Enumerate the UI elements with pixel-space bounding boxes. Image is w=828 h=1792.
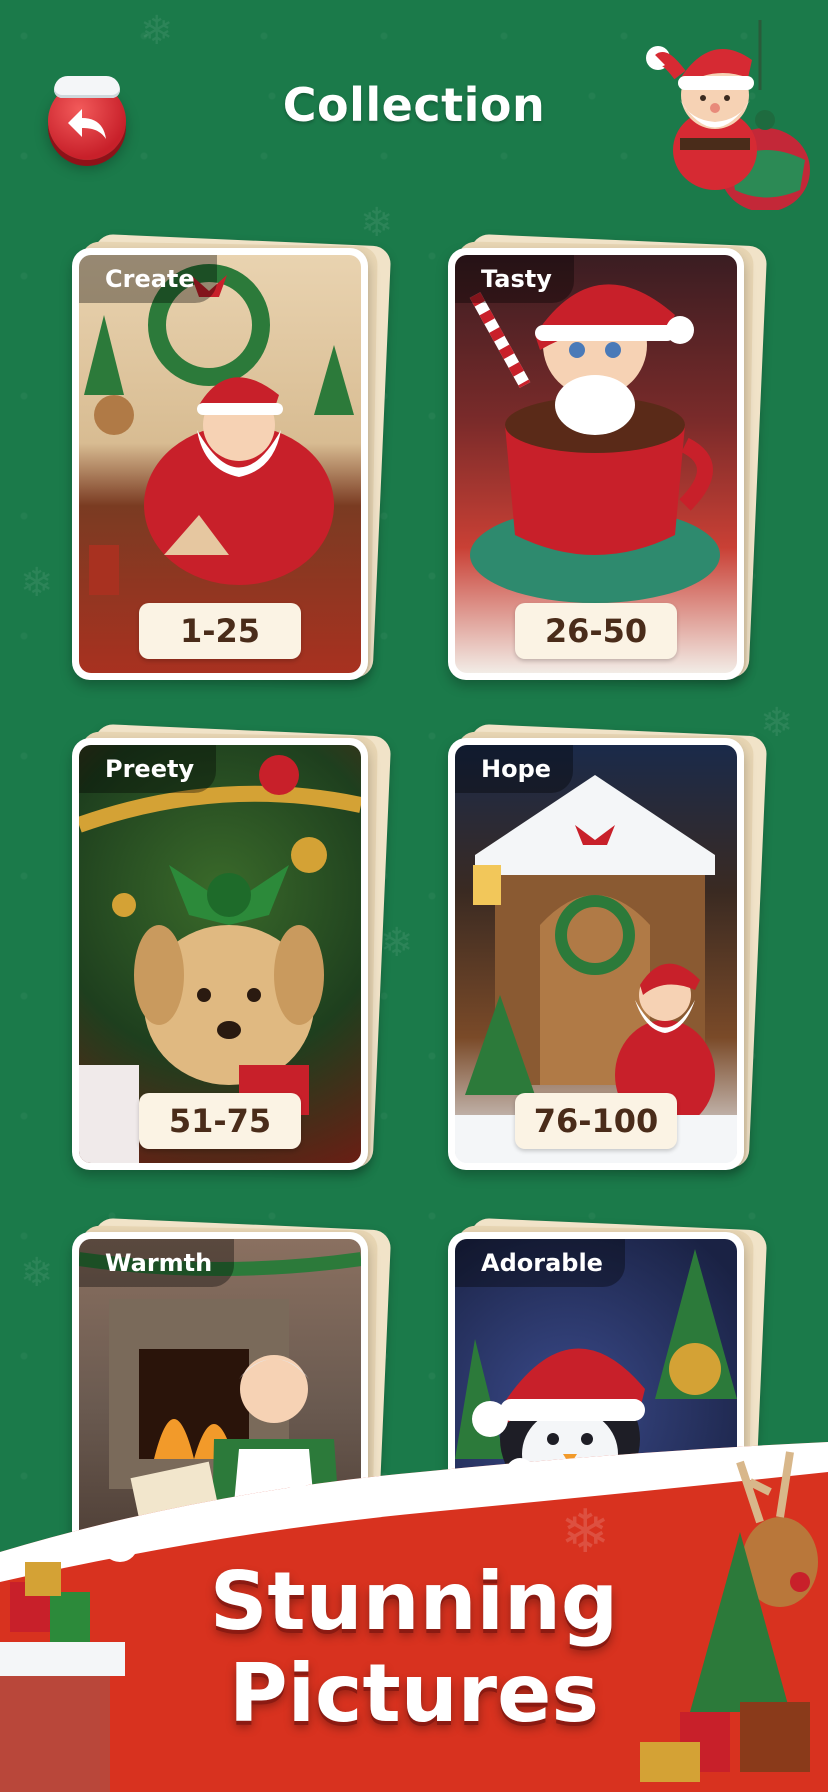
collection-range: 1-25	[139, 603, 301, 659]
collection-range: 76-100	[515, 1093, 677, 1149]
promo-line-2: Pictures	[229, 1647, 599, 1740]
snowflake-icon: ❄	[20, 1250, 54, 1296]
snowflake-icon: ❄	[380, 920, 414, 966]
hot-cocoa-image: Tasty 26-50	[455, 255, 737, 673]
snowflake-icon: ❄	[20, 560, 54, 606]
collection-card-create[interactable]: Create 1-25	[72, 233, 392, 680]
promo-line-1: Stunning	[209, 1555, 619, 1648]
santa-painting-image: Create 1-25	[79, 255, 361, 673]
collection-card-tasty[interactable]: Tasty 26-50	[448, 233, 768, 680]
snowflake-icon: ❄	[760, 700, 794, 746]
collection-name: Adorable	[455, 1239, 625, 1287]
collection-card-preety[interactable]: Preety 51-75	[72, 723, 392, 1170]
collection-range: 26-50	[515, 603, 677, 659]
santa-mascot-icon	[646, 20, 810, 210]
snowflake-icon: ❄	[360, 200, 394, 246]
collection-name: Tasty	[455, 255, 574, 303]
collection-card-hope[interactable]: Hope 76-100	[448, 723, 768, 1170]
snowflake-icon: ❄	[140, 8, 174, 54]
collection-range: 51-75	[139, 1093, 301, 1149]
collection-name: Hope	[455, 745, 574, 793]
collection-name: Warmth	[79, 1239, 235, 1287]
puppy-image: Preety 51-75	[79, 745, 361, 1163]
collection-name: Create	[79, 255, 217, 303]
collection-name: Preety	[79, 745, 217, 793]
promo-headline: Stunning Pictures	[0, 1556, 828, 1740]
santa-cabin-image: Hope 76-100	[455, 745, 737, 1163]
